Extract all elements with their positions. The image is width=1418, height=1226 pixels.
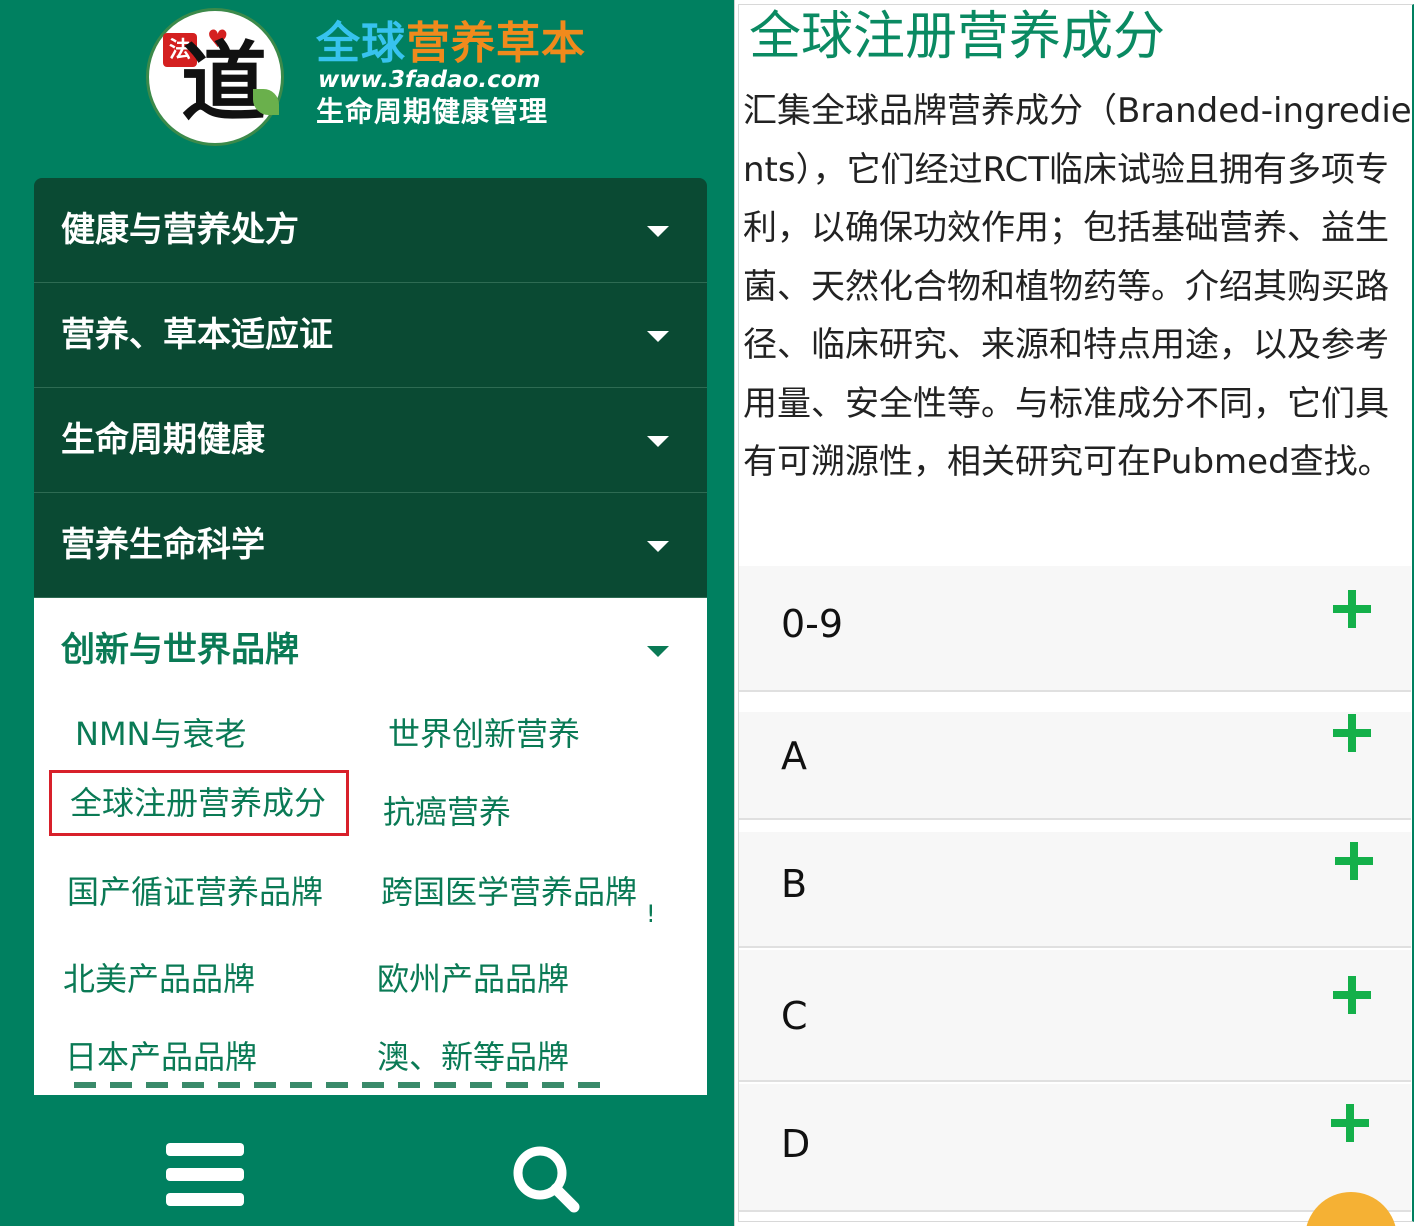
submenu-link-north-america[interactable]: 北美产品品牌 xyxy=(63,959,255,999)
stray-mark: ! xyxy=(646,900,656,928)
hamburger-icon[interactable] xyxy=(166,1143,246,1209)
logo-tagline: 生命周期健康管理 xyxy=(316,95,549,128)
main-menu: 健康与营养处方 营养、草本适应证 生命周期健康 营养生命科学 创新与世界品牌 N… xyxy=(34,178,707,1095)
submenu-link-world-innovation[interactable]: 世界创新营养 xyxy=(388,714,580,754)
accordion-item-a[interactable]: A xyxy=(739,712,1411,820)
submenu-link-aus-nz[interactable]: 澳、新等品牌 xyxy=(377,1037,569,1077)
clipped-row-remnant xyxy=(74,1082,614,1088)
page-title: 全球注册营养成分 xyxy=(749,7,1166,67)
content-panel: 全球注册营养成分 汇集全球品牌营养成分（Branded-ingredients）… xyxy=(734,0,1418,1226)
submenu-link-multinational-brands[interactable]: 跨国医学营养品牌 xyxy=(381,872,637,912)
submenu-link-japan[interactable]: 日本产品品牌 xyxy=(65,1037,257,1077)
plus-icon[interactable] xyxy=(1331,1104,1369,1142)
caret-down-icon xyxy=(647,541,669,552)
accordion-label: C xyxy=(781,994,808,1038)
accordion-item-0-9[interactable]: 0-9 xyxy=(739,566,1411,692)
accordion-item-d[interactable]: D xyxy=(739,1084,1411,1212)
submenu-innovation-brands: NMN与衰老 世界创新营养 全球注册营养成分 抗癌营养 国产循证营养品牌 跨国医… xyxy=(34,702,707,1095)
page-description: 汇集全球品牌营养成分（Branded-ingredients），它们经过RCT临… xyxy=(743,91,1412,482)
submenu-link-domestic-brands[interactable]: 国产循证营养品牌 xyxy=(67,872,323,912)
accordion-label: A xyxy=(781,734,807,778)
caret-down-icon xyxy=(647,331,669,342)
menu-item-life-science[interactable]: 营养生命科学 xyxy=(34,493,707,598)
accordion-label: B xyxy=(781,862,808,906)
submenu-link-anticancer[interactable]: 抗癌营养 xyxy=(383,792,511,832)
menu-item-health-prescription[interactable]: 健康与营养处方 xyxy=(34,178,707,283)
submenu-link-europe[interactable]: 欧州产品品牌 xyxy=(377,959,569,999)
accordion-label: D xyxy=(781,1122,811,1166)
bottom-toolbar xyxy=(0,1099,734,1226)
search-icon[interactable] xyxy=(510,1143,580,1213)
menu-item-label: 营养、草本适应证 xyxy=(61,315,333,355)
menu-item-label: 创新与世界品牌 xyxy=(61,630,299,670)
menu-item-lifecycle-health[interactable]: 生命周期健康 xyxy=(34,388,707,493)
plus-icon[interactable] xyxy=(1333,714,1371,752)
accordion-item-b[interactable]: B xyxy=(739,832,1411,948)
menu-item-innovation-brands[interactable]: 创新与世界品牌 xyxy=(34,598,707,702)
submenu-link-nmn[interactable]: NMN与衰老 xyxy=(75,714,247,754)
logo-title-part3: 草本 xyxy=(496,18,586,69)
menu-item-label: 生命周期健康 xyxy=(61,420,265,460)
left-panel: 法 ♥ 道 全球营养草本 www.3fadao.com 生命周期健康管理 健康与… xyxy=(0,0,734,1226)
accordion-item-c[interactable]: C xyxy=(739,950,1411,1082)
submenu-link-registered-ingredients[interactable]: 全球注册营养成分 xyxy=(49,770,350,836)
logo-title-part1: 全球 xyxy=(316,18,406,69)
logo-seal-character: 道 xyxy=(181,32,267,133)
plus-icon[interactable] xyxy=(1333,590,1371,628)
plus-icon[interactable] xyxy=(1333,976,1371,1014)
accordion-label: 0-9 xyxy=(781,602,844,646)
logo-seal: 法 ♥ 道 xyxy=(146,8,284,146)
logo-title-part2: 营养 xyxy=(406,18,496,69)
site-logo[interactable]: 法 ♥ 道 全球营养草本 www.3fadao.com 生命周期健康管理 xyxy=(140,8,610,148)
logo-title: 全球营养草本 xyxy=(316,18,586,70)
plus-icon[interactable] xyxy=(1335,842,1373,880)
menu-item-label: 营养生命科学 xyxy=(61,525,265,565)
logo-url: www.3fadao.com xyxy=(318,67,541,93)
caret-down-icon xyxy=(647,226,669,237)
menu-item-indications[interactable]: 营养、草本适应证 xyxy=(34,283,707,388)
caret-down-icon xyxy=(647,646,669,657)
caret-down-icon xyxy=(647,436,669,447)
menu-item-label: 健康与营养处方 xyxy=(61,210,299,250)
